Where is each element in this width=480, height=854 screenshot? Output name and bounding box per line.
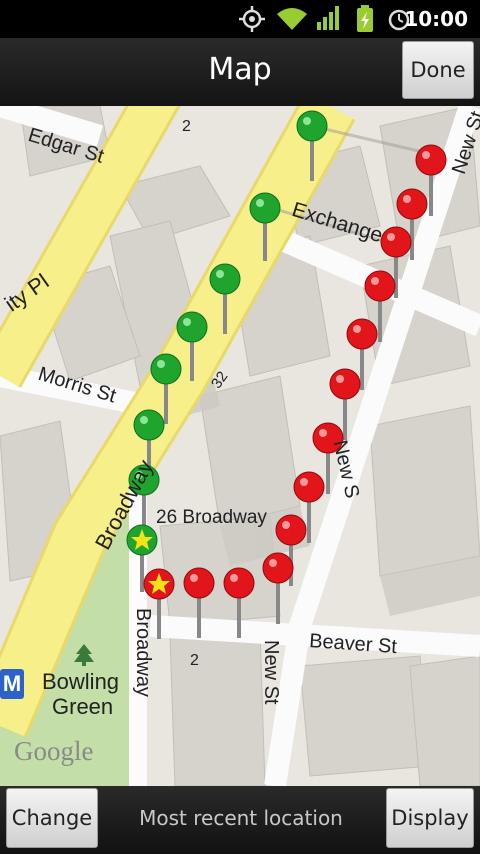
metro-icon: M	[0, 669, 24, 699]
place-label-green: Green	[52, 694, 114, 719]
map-pin-red	[183, 567, 215, 638]
street-label-broadway-vert: Broadway	[132, 608, 154, 697]
display-button[interactable]: Display	[386, 788, 474, 848]
map-view[interactable]: Edgar St Exchange ity Pl Morris St Broad…	[0, 106, 480, 786]
change-button[interactable]: Change	[6, 788, 98, 848]
signal-icon	[317, 6, 339, 30]
wifi-icon	[277, 8, 307, 30]
street-label-new-st: New St	[260, 640, 282, 705]
park-tree-icon	[74, 644, 94, 666]
battery-charging-icon	[357, 5, 373, 32]
place-label-bowling: Bowling	[42, 669, 120, 694]
title-bar: Map Done	[0, 38, 480, 107]
road-number-2-bottom: 2	[190, 652, 199, 669]
map-pin-green	[296, 110, 328, 181]
location-status-text: Most recent location	[139, 806, 343, 830]
status-time: 10:00	[404, 7, 468, 31]
gps-icon	[239, 6, 265, 32]
google-attribution: Google	[14, 736, 94, 766]
map-pin-green	[249, 192, 281, 261]
road-number-2-top: 2	[182, 118, 191, 135]
done-button[interactable]: Done	[402, 41, 474, 99]
map-pin-green	[209, 263, 241, 334]
place-label-26-broadway: 26 Broadway	[156, 507, 267, 528]
map-pin-green	[176, 311, 208, 381]
bottom-bar: Change Most recent location Display	[0, 786, 480, 854]
map-pin-red	[223, 567, 255, 638]
map-pin-red	[262, 552, 294, 624]
status-bar: 10:00	[0, 0, 480, 38]
